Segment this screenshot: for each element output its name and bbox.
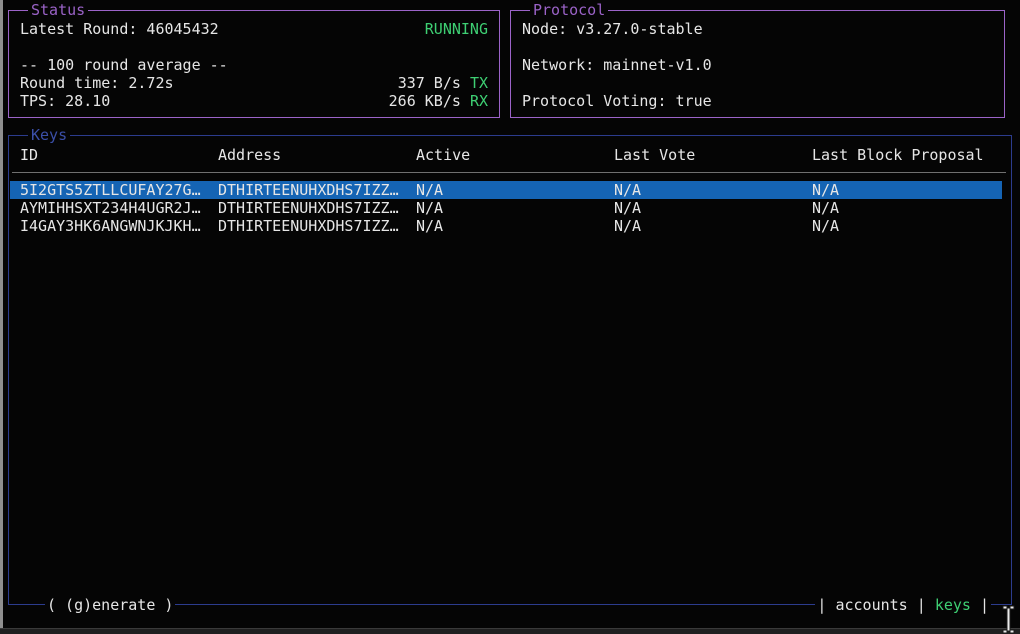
tx-label: TX xyxy=(470,74,488,92)
rx-label: RX xyxy=(470,92,488,110)
key-last-vote-cell: N/A xyxy=(614,181,641,199)
table-row[interactable]: AYMIHHSXT234H4UGR2J… DTHIRTEENUHXDHS7IZZ… xyxy=(10,199,1002,217)
key-active-cell: N/A xyxy=(416,217,443,235)
key-last-block-proposal-cell: N/A xyxy=(812,181,839,199)
protocol-panel: Protocol Node: v3.27.0-stable Network: m… xyxy=(510,10,1005,118)
tab-divider: | xyxy=(917,596,926,614)
tab-divider: | xyxy=(817,596,826,614)
tab-accounts[interactable]: accounts xyxy=(835,596,907,614)
tab-keys[interactable]: keys xyxy=(935,596,971,614)
column-header-id: ID xyxy=(20,146,38,164)
tx-rate-value: 337 B/s xyxy=(398,74,461,92)
status-panel: Status Latest Round: 46045432 RUNNING --… xyxy=(8,10,500,118)
protocol-panel-title: Protocol xyxy=(530,1,608,19)
generate-button[interactable]: ( (g)enerate ) xyxy=(45,596,175,614)
key-id-cell: 5I2GTS5ZTLLCUFAY27G… xyxy=(20,181,201,199)
table-row[interactable]: I4GAY3HK6ANGWNJKJKH… DTHIRTEENUHXDHS7IZZ… xyxy=(10,217,1002,235)
column-header-last-block-proposal: Last Block Proposal xyxy=(812,146,984,164)
status-panel-title: Status xyxy=(28,1,88,19)
terminal-window: Status Latest Round: 46045432 RUNNING --… xyxy=(0,0,1020,634)
key-active-cell: N/A xyxy=(416,181,443,199)
text-cursor-icon xyxy=(1000,605,1017,634)
column-header-address: Address xyxy=(218,146,281,164)
keys-panel: Keys ID Address Active Last Vote Last Bl… xyxy=(8,135,1012,605)
protocol-voting-text: Protocol Voting: true xyxy=(522,92,993,110)
network-text: Network: mainnet-v1.0 xyxy=(522,56,993,74)
key-address-cell: DTHIRTEENUHXDHS7IZZ… xyxy=(218,217,399,235)
header-separator xyxy=(12,172,1006,173)
keys-panel-title: Keys xyxy=(28,126,70,144)
table-row[interactable]: 5I2GTS5ZTLLCUFAY27G… DTHIRTEENUHXDHS7IZZ… xyxy=(10,181,1002,199)
key-last-block-proposal-cell: N/A xyxy=(812,217,839,235)
round-average-banner: -- 100 round average -- xyxy=(20,56,488,74)
view-tabbar: | accounts | keys | xyxy=(815,596,991,614)
key-active-cell: N/A xyxy=(416,199,443,217)
key-address-cell: DTHIRTEENUHXDHS7IZZ… xyxy=(218,199,399,217)
tx-rate-text: 337 B/s TX xyxy=(398,74,488,92)
key-id-cell: AYMIHHSXT234H4UGR2J… xyxy=(20,199,201,217)
terminal-frame-left xyxy=(0,0,3,634)
column-header-active: Active xyxy=(416,146,470,164)
key-id-cell: I4GAY3HK6ANGWNJKJKH… xyxy=(20,217,201,235)
key-last-block-proposal-cell: N/A xyxy=(812,199,839,217)
node-state-badge: RUNNING xyxy=(425,20,488,38)
key-address-cell: DTHIRTEENUHXDHS7IZZ… xyxy=(218,181,399,199)
rx-rate-value: 266 KB/s xyxy=(389,92,461,110)
key-last-vote-cell: N/A xyxy=(614,217,641,235)
node-version-text: Node: v3.27.0-stable xyxy=(522,20,993,38)
latest-round-text: Latest Round: 46045432 xyxy=(20,20,488,38)
tab-divider: | xyxy=(980,596,989,614)
terminal-frame-bottom xyxy=(0,628,1020,634)
key-last-vote-cell: N/A xyxy=(614,199,641,217)
column-header-last-vote: Last Vote xyxy=(614,146,695,164)
rx-rate-text: 266 KB/s RX xyxy=(389,92,488,110)
